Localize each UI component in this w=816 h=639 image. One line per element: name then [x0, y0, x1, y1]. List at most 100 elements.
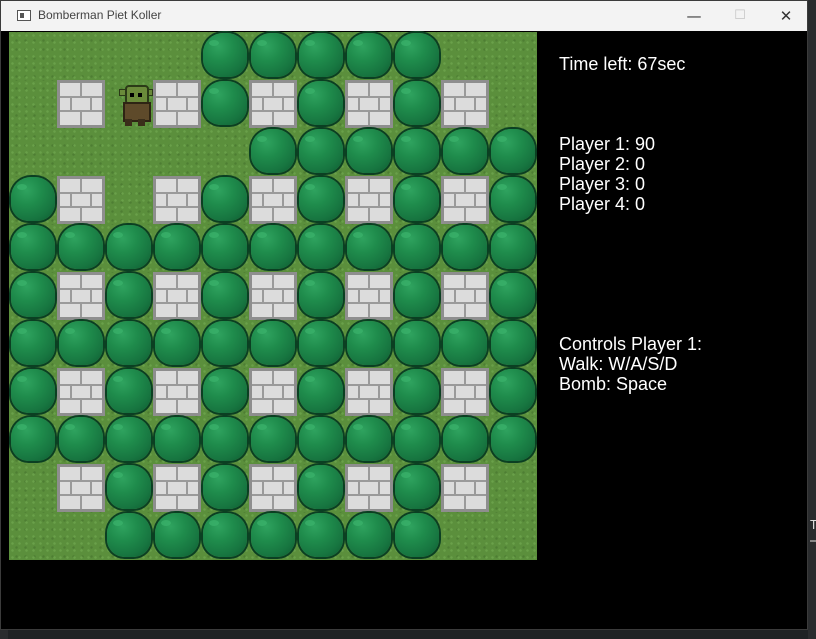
bush-tile — [297, 416, 345, 464]
bush-tile — [153, 512, 201, 560]
bush-tile — [393, 176, 441, 224]
stone-wall-tile — [345, 176, 393, 224]
bush-tile — [249, 32, 297, 80]
player-2-score: Player 2: 0 — [559, 154, 646, 174]
bush-tile — [393, 128, 441, 176]
grass-tile — [489, 512, 537, 560]
bush-tile — [153, 224, 201, 272]
player-1-score: Player 1: 90 — [559, 134, 656, 154]
bush-tile — [201, 224, 249, 272]
grass-tile — [105, 32, 153, 80]
maximize-button[interactable]: ☐ — [717, 1, 763, 31]
bush-tile — [249, 416, 297, 464]
bush-tile — [441, 320, 489, 368]
window-title: Bomberman Piet Koller — [38, 8, 162, 22]
bush-tile — [393, 32, 441, 80]
bush-tile — [201, 176, 249, 224]
stone-wall-tile — [57, 176, 105, 224]
controls-walk: Walk: W/A/S/D — [559, 354, 678, 374]
bush-tile — [345, 512, 393, 560]
bush-tile — [201, 272, 249, 320]
bush-tile — [249, 224, 297, 272]
bush-tile — [9, 368, 57, 416]
bush-tile — [393, 512, 441, 560]
stone-wall-tile — [249, 368, 297, 416]
bush-tile — [345, 416, 393, 464]
bush-tile — [153, 416, 201, 464]
bush-tile — [201, 416, 249, 464]
bush-tile — [9, 224, 57, 272]
bush-tile — [249, 512, 297, 560]
bush-tile — [153, 320, 201, 368]
minimize-button[interactable]: — — [671, 1, 717, 31]
bush-tile — [297, 80, 345, 128]
bush-tile — [9, 320, 57, 368]
bush-tile — [105, 224, 153, 272]
stone-wall-tile — [249, 80, 297, 128]
bush-tile — [393, 272, 441, 320]
bush-tile — [201, 368, 249, 416]
grass-tile — [441, 512, 489, 560]
bush-tile — [201, 464, 249, 512]
bush-tile — [57, 320, 105, 368]
bush-tile — [9, 176, 57, 224]
bush-tile — [105, 368, 153, 416]
bush-tile — [57, 224, 105, 272]
bush-tile — [297, 368, 345, 416]
bush-tile — [393, 464, 441, 512]
bush-tile — [393, 224, 441, 272]
bush-tile — [345, 32, 393, 80]
grass-tile — [105, 176, 153, 224]
stone-wall-tile — [153, 80, 201, 128]
bush-tile — [105, 320, 153, 368]
bush-tile — [201, 320, 249, 368]
bush-tile — [489, 416, 537, 464]
bush-tile — [297, 512, 345, 560]
grass-tile — [105, 128, 153, 176]
grass-tile — [9, 512, 57, 560]
grass-tile — [489, 464, 537, 512]
stone-wall-tile — [441, 80, 489, 128]
bush-tile — [393, 80, 441, 128]
stone-wall-tile — [249, 272, 297, 320]
close-button[interactable]: ✕ — [763, 1, 809, 31]
grass-tile — [57, 32, 105, 80]
stone-wall-tile — [345, 368, 393, 416]
bush-tile — [489, 224, 537, 272]
bush-tile — [9, 272, 57, 320]
title-bar[interactable]: Bomberman Piet Koller — ☐ ✕ — [1, 1, 807, 31]
bush-tile — [297, 128, 345, 176]
grass-tile — [153, 128, 201, 176]
stone-wall-tile — [441, 464, 489, 512]
controls-bomb: Bomb: Space — [559, 374, 668, 394]
bush-tile — [105, 272, 153, 320]
grass-tile — [57, 512, 105, 560]
bush-tile — [489, 368, 537, 416]
grass-tile — [57, 128, 105, 176]
stone-wall-tile — [441, 368, 489, 416]
stone-wall-tile — [345, 272, 393, 320]
bush-tile — [105, 416, 153, 464]
grass-tile — [201, 128, 249, 176]
stone-wall-tile — [441, 176, 489, 224]
game-board[interactable] — [9, 32, 537, 560]
grass-tile — [489, 80, 537, 128]
bush-tile — [297, 272, 345, 320]
stone-wall-tile — [57, 80, 105, 128]
bush-tile — [105, 512, 153, 560]
bush-tile — [201, 512, 249, 560]
stone-wall-tile — [57, 272, 105, 320]
bush-tile — [105, 464, 153, 512]
app-icon — [17, 10, 31, 21]
background-divider — [810, 540, 816, 542]
bush-tile — [297, 176, 345, 224]
bush-tile — [441, 416, 489, 464]
background-window-edge-right — [808, 0, 816, 639]
bush-tile — [297, 224, 345, 272]
grass-tile — [441, 32, 489, 80]
bush-tile — [489, 176, 537, 224]
grass-tile — [9, 464, 57, 512]
player-4-score: Player 4: 0 — [559, 194, 646, 214]
stone-wall-tile — [153, 176, 201, 224]
grass-tile — [9, 32, 57, 80]
